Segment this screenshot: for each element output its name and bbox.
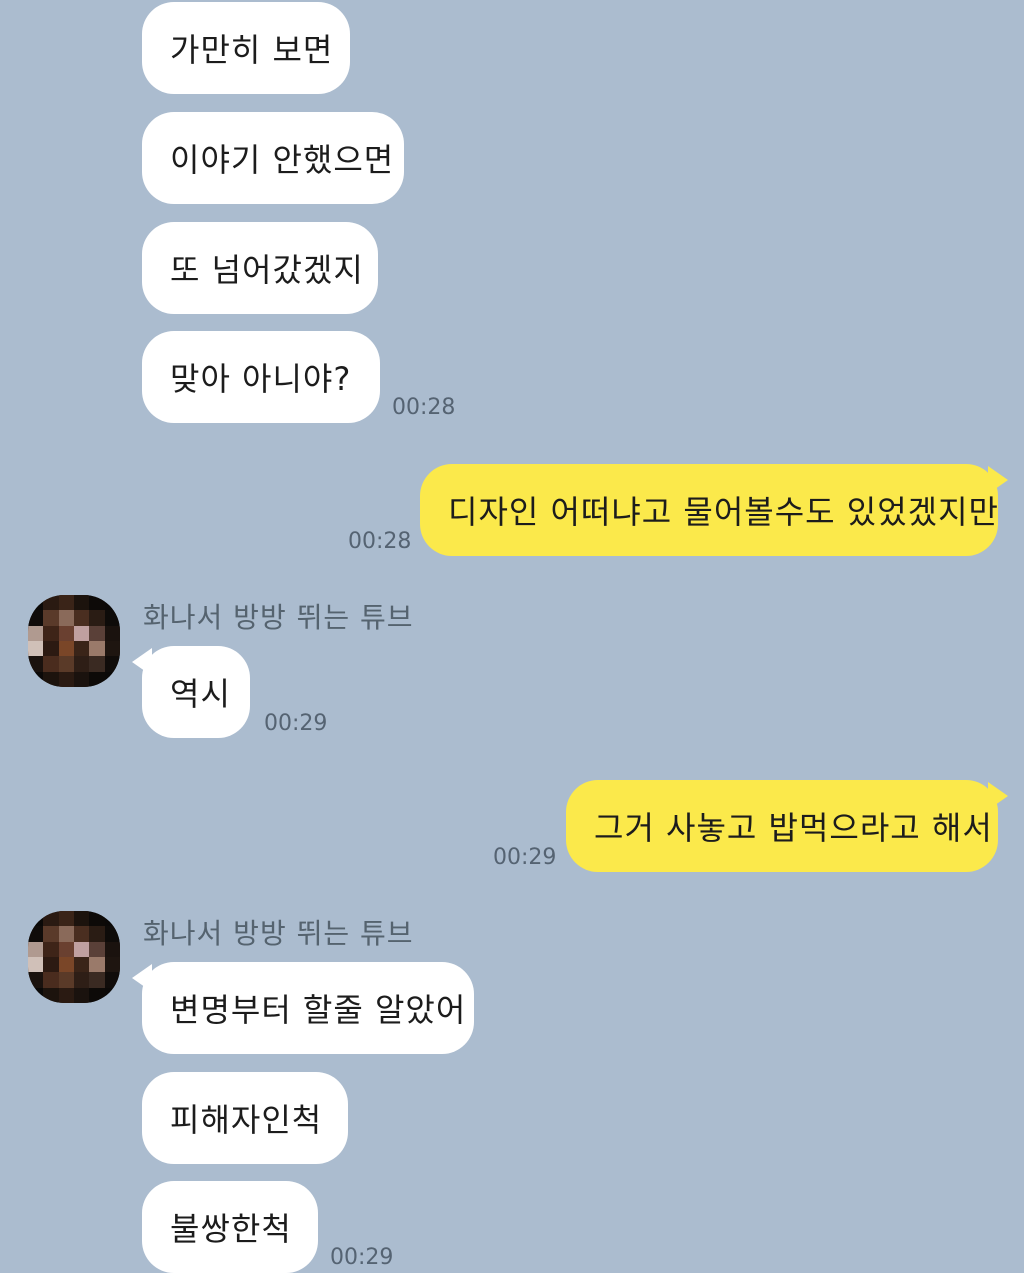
message-timestamp: 00:29: [264, 711, 328, 736]
incoming-message-bubble[interactable]: 역시: [142, 646, 250, 738]
outgoing-bubble-tail: [988, 466, 1008, 494]
sender-name: 화나서 방방 뛰는 튜브: [143, 917, 414, 950]
message-timestamp: 00:29: [493, 845, 557, 870]
incoming-message-bubble[interactable]: 피해자인척: [142, 1072, 348, 1164]
chat-window: 가만히 보면 이야기 안했으면 또 넘어갔겠지 맞아 아니야? 00:28 디자…: [0, 0, 1024, 1273]
incoming-message-bubble[interactable]: 또 넘어갔겠지: [142, 222, 378, 314]
outgoing-message-bubble[interactable]: 디자인 어떠냐고 물어볼수도 있었겠지만: [420, 464, 998, 556]
incoming-message-bubble[interactable]: 가만히 보면: [142, 2, 350, 94]
outgoing-message-bubble[interactable]: 그거 사놓고 밥먹으라고 해서: [566, 780, 998, 872]
avatar[interactable]: [28, 595, 120, 687]
incoming-message-bubble[interactable]: 맞아 아니야?: [142, 331, 380, 423]
message-timestamp: 00:28: [348, 529, 412, 554]
incoming-message-bubble[interactable]: 불쌍한척: [142, 1181, 318, 1273]
outgoing-bubble-tail: [988, 782, 1008, 810]
message-timestamp: 00:29: [330, 1245, 394, 1270]
avatar[interactable]: [28, 911, 120, 1003]
incoming-message-bubble[interactable]: 이야기 안했으면: [142, 112, 404, 204]
message-timestamp: 00:28: [392, 395, 456, 420]
incoming-message-bubble[interactable]: 변명부터 할줄 알았어: [142, 962, 474, 1054]
sender-name: 화나서 방방 뛰는 튜브: [143, 601, 414, 634]
